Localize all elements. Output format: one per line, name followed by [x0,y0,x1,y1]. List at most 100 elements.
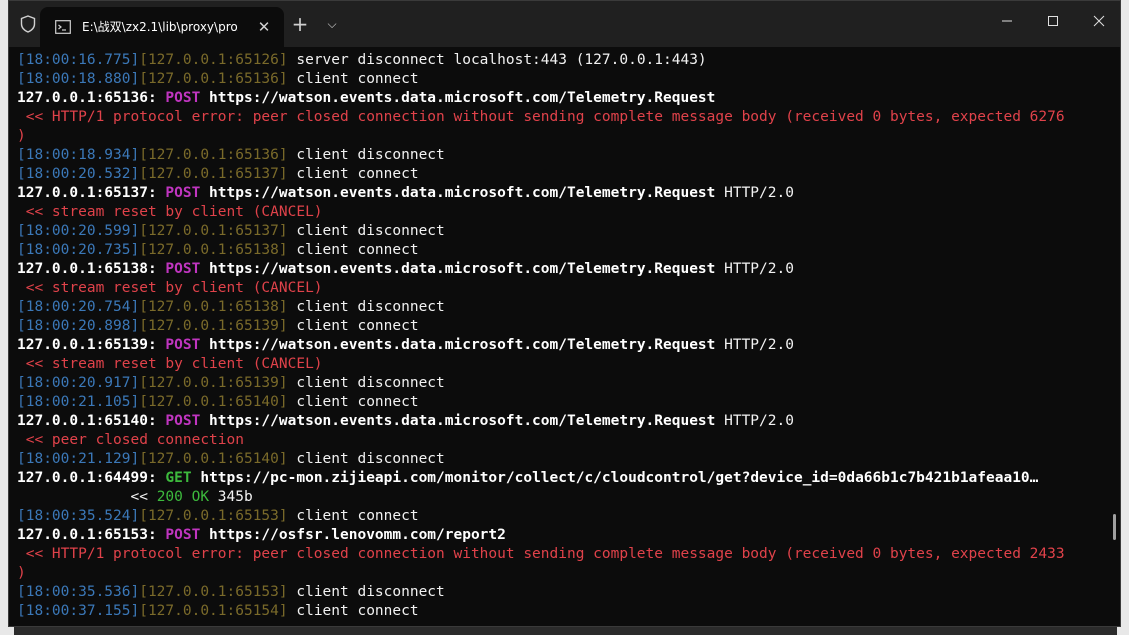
close-window-button[interactable] [1076,1,1120,41]
terminal-text: client connect [287,603,419,619]
terminal-text: client disconnect [287,584,445,600]
terminal-text: << stream reset by client (CANCEL) [17,356,323,372]
terminal-text: 345b [209,489,253,505]
terminal-text: [127.0.0.1:65153] [139,584,288,600]
terminal-text: [18:00:18.880] [17,71,140,87]
terminal-line: [18:00:21.129][127.0.0.1:65140] client d… [17,450,1106,469]
terminal-text: 127.0.0.1:64499: [17,470,166,486]
terminal-line: << peer closed connection [17,431,1106,450]
terminal-line: [18:00:21.105][127.0.0.1:65140] client c… [17,393,1106,412]
terminal-line: [18:00:37.155][127.0.0.1:65154] client c… [17,602,1106,621]
terminal-text: POST [165,90,201,106]
terminal-text: [127.0.0.1:65136] [139,147,288,163]
terminal-text: [127.0.0.1:65139] [139,318,288,334]
terminal-text: 127.0.0.1:65140: [17,413,166,429]
tab-dropdown-button[interactable]: ⌵ [320,13,344,35]
terminal-text: [18:00:18.934] [17,147,140,163]
terminal-text: [18:00:35.536] [17,584,140,600]
terminal-text: 127.0.0.1:65138: [17,261,166,277]
terminal-text: client connect [287,318,419,334]
terminal-line: 127.0.0.1:65137: POST https://watson.eve… [17,184,1106,203]
terminal-text: 127.0.0.1:65153: [17,527,166,543]
terminal-text: https://watson.events.data.microsoft.com… [200,413,716,429]
terminal-text: client disconnect [287,375,445,391]
terminal-text: client disconnect [287,299,445,315]
terminal-line: [18:00:35.536][127.0.0.1:65153] client d… [17,583,1106,602]
terminal-text: [18:00:37.155] [17,603,140,619]
terminal-text: [127.0.0.1:65138] [139,242,288,258]
terminal-text: 127.0.0.1:65136: [17,90,166,106]
title-bar[interactable]: E:\战双\zx2.1\lib\proxy\proxy. ✕ + ⌵ [9,1,1120,47]
terminal-text: HTTP/2.0 [715,261,794,277]
terminal-line: 127.0.0.1:65139: POST https://watson.eve… [17,336,1106,355]
terminal-line: [18:00:20.917][127.0.0.1:65139] client d… [17,374,1106,393]
terminal-text: client connect [287,71,419,87]
terminal-line: 127.0.0.1:64499: GET https://pc-mon.ziji… [17,469,1106,488]
tab-terminal[interactable]: E:\战双\zx2.1\lib\proxy\proxy. ✕ [40,7,284,47]
terminal-text: [18:00:21.129] [17,451,140,467]
minimize-icon [1002,20,1012,22]
terminal-line: 127.0.0.1:65140: POST https://watson.eve… [17,412,1106,431]
terminal-text: https://watson.events.data.microsoft.com… [200,337,716,353]
terminal-text: [18:00:20.917] [17,375,140,391]
terminal-text: [18:00:20.532] [17,166,140,182]
minimize-button[interactable] [984,1,1030,41]
terminal-line: [18:00:35.524][127.0.0.1:65153] client c… [17,507,1106,526]
terminal-text: << stream reset by client (CANCEL) [17,280,323,296]
terminal-text: server disconnect localhost:443 (127.0.0… [287,52,707,68]
terminal-text: ) [17,128,26,144]
terminal-text: client connect [287,242,419,258]
terminal-line: [18:00:18.934][127.0.0.1:65136] client d… [17,146,1106,165]
terminal-line: 127.0.0.1:65153: POST https://osfsr.leno… [17,526,1106,545]
terminal-text: << HTTP/1 protocol error: peer closed co… [17,546,1065,562]
terminal-text: [127.0.0.1:65136] [139,71,288,87]
terminal-text: [127.0.0.1:65140] [139,394,288,410]
close-tab-icon[interactable]: ✕ [254,17,274,37]
terminal-text: client disconnect [287,223,445,239]
terminal-text: POST [165,413,201,429]
terminal-line: [18:00:20.898][127.0.0.1:65139] client c… [17,317,1106,336]
terminal-text: https://watson.events.data.microsoft.com… [200,261,716,277]
terminal-line: [18:00:20.599][127.0.0.1:65137] client d… [17,222,1106,241]
terminal-text: GET [165,470,192,486]
terminal-text: POST [165,527,201,543]
terminal-line: [18:00:20.735][127.0.0.1:65138] client c… [17,241,1106,260]
terminal-text: << [17,489,157,505]
new-tab-button[interactable]: + [288,13,312,35]
terminal-text: [18:00:16.775] [17,52,140,68]
terminal-text: [18:00:20.599] [17,223,140,239]
shield-icon[interactable] [18,14,38,34]
terminal-line: << stream reset by client (CANCEL) [17,203,1106,222]
terminal-line: << stream reset by client (CANCEL) [17,355,1106,374]
terminal-line: 127.0.0.1:65138: POST https://watson.eve… [17,260,1106,279]
terminal-text: [18:00:20.754] [17,299,140,315]
terminal-line: [18:00:20.754][127.0.0.1:65138] client d… [17,298,1106,317]
terminal-text: [127.0.0.1:65153] [139,508,288,524]
terminal-text: client disconnect [287,147,445,163]
terminal-text: https://watson.events.data.microsoft.com… [200,185,716,201]
close-icon [1093,15,1105,27]
terminal-text: HTTP/2.0 [715,337,794,353]
terminal-text: POST [165,261,201,277]
terminal-text: << HTTP/1 protocol error: peer closed co… [17,109,1065,125]
terminal-text: client connect [287,166,419,182]
terminal-line: [18:00:16.775][127.0.0.1:65126] server d… [17,51,1106,70]
tab-title: E:\战双\zx2.1\lib\proxy\proxy. [82,20,238,34]
maximize-button[interactable] [1030,1,1076,41]
terminal-text: https://osfsr.lenovomm.com/report2 [200,527,506,543]
terminal-line: << HTTP/1 protocol error: peer closed co… [17,108,1106,127]
terminal-text: [127.0.0.1:65138] [139,299,288,315]
terminal-text: https://pc-mon.zijieapi.com/monitor/coll… [191,470,1039,486]
terminal-text: [127.0.0.1:65140] [139,451,288,467]
maximize-icon [1048,16,1058,26]
terminal-text: POST [165,337,201,353]
terminal-line: ) [17,564,1106,583]
terminal-output[interactable]: [18:00:16.775][127.0.0.1:65126] server d… [9,47,1106,626]
terminal-line: << stream reset by client (CANCEL) [17,279,1106,298]
terminal-text: [18:00:20.735] [17,242,140,258]
terminal-text: [127.0.0.1:65126] [139,52,288,68]
terminal-line: 127.0.0.1:65136: POST https://watson.eve… [17,89,1106,108]
scrollbar-thumb[interactable] [1113,514,1116,540]
terminal-line: << 200 OK 345b [17,488,1106,507]
terminal-text: client connect [287,508,419,524]
